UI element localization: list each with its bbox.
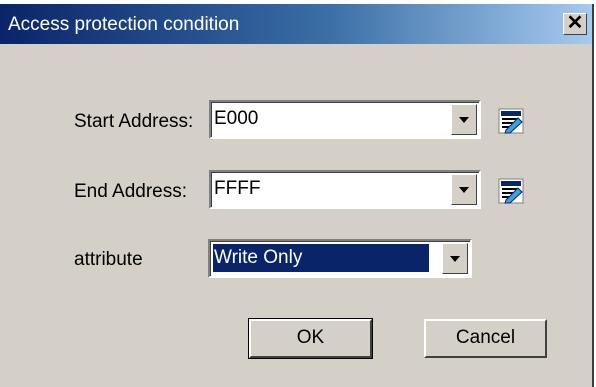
start-address-dropdown-button[interactable] (451, 104, 477, 135)
title-bar: Access protection condition ✕ (0, 4, 592, 44)
cancel-button[interactable]: Cancel (424, 319, 547, 358)
start-address-browse-icon[interactable] (498, 108, 524, 134)
attribute-label: attribute (74, 249, 143, 270)
close-icon: ✕ (566, 12, 584, 34)
attribute-select[interactable]: Write Only (208, 239, 472, 278)
window-title: Access protection condition (8, 14, 240, 35)
end-address-value: FFFF (214, 178, 261, 199)
start-address-label: Start Address: (74, 111, 194, 132)
end-address-browse-icon[interactable] (498, 178, 524, 204)
start-address-combo[interactable]: E000 (209, 100, 481, 139)
end-address-dropdown-button[interactable] (451, 174, 477, 205)
close-button[interactable]: ✕ (563, 13, 587, 35)
ok-button[interactable]: OK (248, 318, 373, 359)
start-address-value: E000 (214, 108, 259, 129)
attribute-value: Write Only (212, 243, 430, 273)
attribute-dropdown-button[interactable] (442, 243, 468, 274)
access-protection-dialog: Access protection condition ✕ Start Addr… (0, 4, 594, 387)
end-address-label: End Address: (74, 181, 188, 202)
end-address-combo[interactable]: FFFF (209, 170, 481, 209)
